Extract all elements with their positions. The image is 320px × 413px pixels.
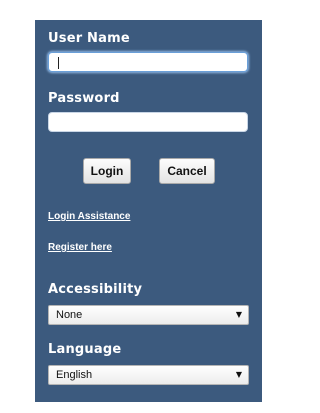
login-assistance-link[interactable]: Login Assistance: [48, 211, 130, 222]
dropdown-arrow-icon: ▼: [235, 310, 242, 319]
dropdown-arrow-icon: ▼: [235, 370, 242, 379]
accessibility-selected-value: None: [56, 309, 83, 321]
page-background: User Name Password Login Cancel Login As…: [0, 0, 272, 413]
cancel-button[interactable]: Cancel: [159, 158, 215, 184]
accessibility-label: Accessibility: [48, 282, 143, 297]
username-label: User Name: [48, 31, 130, 46]
password-label: Password: [48, 91, 120, 106]
language-selected-value: English: [56, 369, 93, 381]
login-button[interactable]: Login: [83, 158, 131, 184]
accessibility-select[interactable]: None ▼: [48, 305, 249, 325]
language-label: Language: [48, 342, 122, 357]
register-link[interactable]: Register here: [48, 242, 112, 253]
password-input[interactable]: [48, 112, 248, 132]
text-caret: [58, 57, 59, 69]
language-select[interactable]: English ▼: [48, 365, 249, 385]
username-input[interactable]: [48, 52, 248, 72]
